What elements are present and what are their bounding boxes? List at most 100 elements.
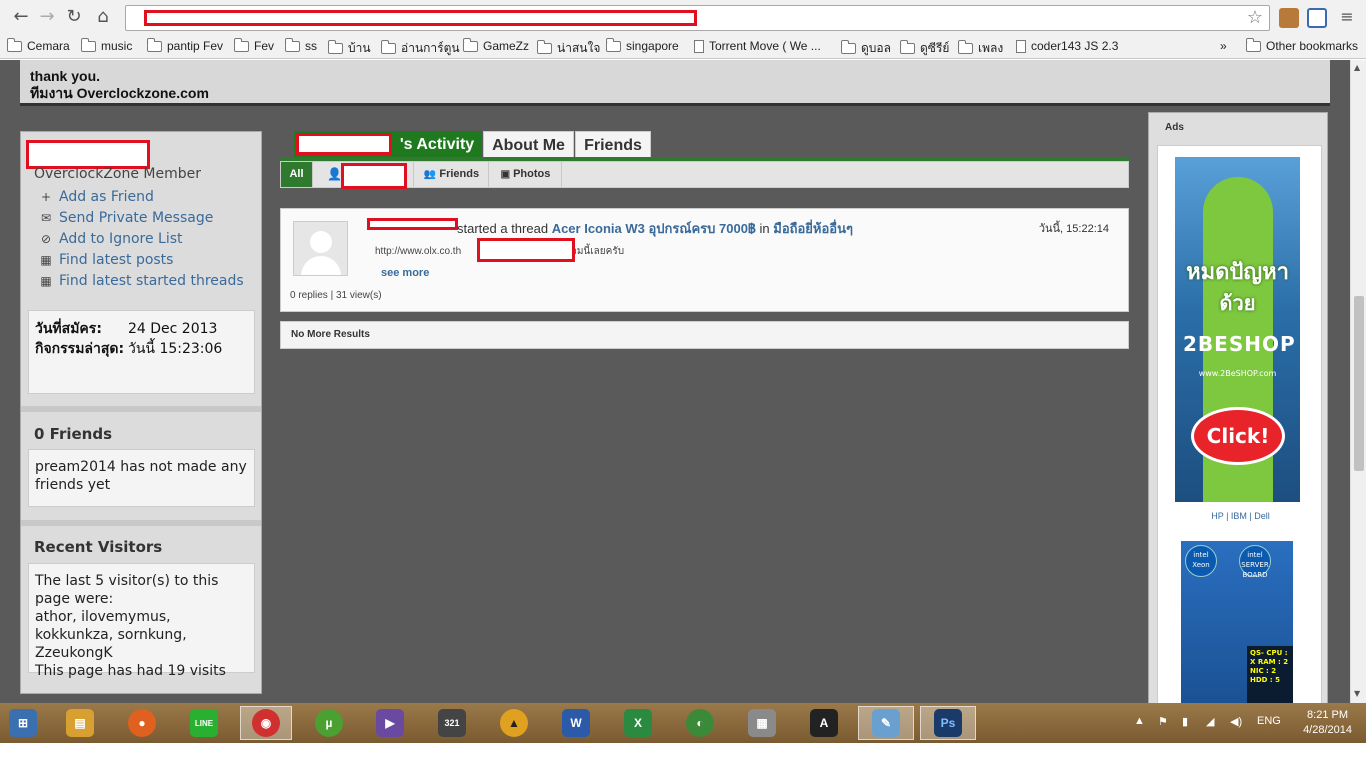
filter-friends-button[interactable]: 👥 Friends (415, 162, 489, 187)
clock-date: 4/28/2014 (1303, 724, 1352, 736)
folder-icon (328, 40, 343, 54)
menu-icon[interactable]: ≡ (1336, 6, 1358, 28)
address-bar[interactable]: ☆ (125, 5, 1270, 31)
redacted-username (26, 140, 150, 169)
home-icon[interactable]: ⌂ (92, 6, 114, 28)
photoshop-icon[interactable]: Ps (920, 706, 976, 740)
page-icon (694, 39, 704, 53)
ad-click-button[interactable]: Click! (1191, 407, 1285, 465)
scroll-down-icon[interactable]: ▼ (1354, 689, 1360, 698)
network-flag-icon[interactable]: ⚑ (1158, 715, 1168, 728)
joined-label: วันที่สมัคร: (35, 321, 102, 337)
see-more-link[interactable]: see more (381, 267, 429, 279)
chrome-icon[interactable]: ◉ (240, 706, 292, 740)
forum-link[interactable]: มือถือยี่ห้ออื่นๆ (773, 221, 853, 236)
vertical-scrollbar[interactable]: ▲ ▼ (1350, 60, 1366, 703)
extension-icon[interactable] (1279, 8, 1299, 28)
bookmark-item[interactable]: music (81, 37, 132, 53)
section-divider (21, 520, 261, 526)
block-icon: ⊘ (40, 232, 52, 246)
forward-icon[interactable]: → (36, 6, 58, 28)
screen-bottom-strip (0, 743, 1366, 768)
show-hidden-icons-icon[interactable]: ▲ (1134, 715, 1145, 727)
last-activity-label: กิจกรรมล่าสุด: (35, 341, 125, 357)
calculator-icon[interactable]: ▦ (743, 706, 781, 740)
friends-icon: 👥 (423, 169, 437, 180)
scroll-up-icon[interactable]: ▲ (1354, 63, 1360, 72)
volume-icon[interactable]: ◀) (1230, 715, 1242, 728)
redacted-url (144, 10, 697, 26)
bookmark-item[interactable]: pantip Fev (147, 37, 223, 53)
internet-download-manager-icon[interactable]: ◐ (681, 706, 719, 740)
bookmark-item[interactable]: ดูซีรีย์ (900, 39, 949, 58)
tab-about-me[interactable]: About Me (483, 131, 574, 158)
scrollbar-thumb[interactable] (1354, 296, 1364, 471)
ad-banner-intel-server[interactable]: intel Xeon intel SERVER BOARD QS- CPU : … (1181, 541, 1293, 703)
thread-title-link[interactable]: Acer Iconia W3 อุปกรณ์ครบ 7000฿ (552, 221, 756, 236)
redacted-username (341, 163, 407, 189)
windows-taskbar: ⊞ ▤ ● LINE ◉ µ ▶ 321 ▲ W X ◐ ▦ A ✎ Ps ▲ … (0, 703, 1366, 743)
paint-icon[interactable]: ✎ (858, 706, 914, 740)
visual-studio-icon[interactable]: ▶ (371, 706, 409, 740)
tab-activity[interactable]: 's Activity (294, 131, 482, 158)
bookmark-item[interactable]: Torrent Move ( We ... (694, 39, 821, 53)
latest-posts-link[interactable]: ▦ Find latest posts (39, 252, 173, 268)
friends-box: pream2014 has not made any friends yet (28, 449, 255, 507)
last-activity-value: วันนี้ 15:23:06 (128, 341, 223, 357)
bookmark-item[interactable]: บ้าน (328, 39, 371, 58)
wifi-signal-icon[interactable]: ◢ (1206, 715, 1214, 728)
line-icon[interactable]: LINE (185, 706, 223, 740)
bookmark-star-icon[interactable]: ☆ (1247, 7, 1263, 28)
intel-xeon-badge: intel Xeon (1185, 545, 1217, 577)
back-icon[interactable]: ← (10, 6, 32, 28)
filter-photos-button[interactable]: ▣ Photos (490, 162, 562, 187)
word-icon[interactable]: W (557, 706, 595, 740)
bookmark-item[interactable]: น่าสนใจ (537, 39, 600, 58)
latest-threads-link[interactable]: ▦ Find latest started threads (39, 273, 243, 289)
bookmark-item[interactable]: Fev (234, 37, 274, 53)
user-icon: 👤 (327, 167, 342, 181)
media-player-classic-icon[interactable]: 321 (433, 706, 471, 740)
ads-panel: Ads หมดปัญหา ด้วย 2BESHOP www.2BeSHOP.co… (1148, 112, 1328, 703)
friends-heading: 0 Friends (34, 425, 113, 443)
other-bookmarks[interactable]: Other bookmarks (1246, 37, 1358, 53)
avatar[interactable] (293, 221, 348, 276)
autocad-icon[interactable]: A (805, 706, 843, 740)
threads-icon: ▦ (40, 274, 52, 288)
bookmark-item[interactable]: ดูบอล (841, 39, 891, 58)
bookmark-item[interactable]: ss (285, 37, 317, 53)
page-content: thank you. ทีมงาน Overclockzone.com Over… (0, 60, 1350, 703)
folder-icon (147, 37, 162, 52)
bookmark-item[interactable]: อ่านการ์ตูน (381, 39, 460, 58)
ad-vendor-links[interactable]: HP | IBM | Dell (1158, 511, 1323, 521)
bookmark-item[interactable]: singapore (606, 37, 679, 53)
reload-icon[interactable]: ↻ (63, 6, 85, 28)
filter-all-button[interactable]: All (281, 162, 313, 187)
shield-icon[interactable] (1307, 8, 1327, 28)
more-bookmarks-chevron-icon[interactable]: » (1220, 39, 1227, 53)
firefox-icon[interactable]: ● (123, 706, 161, 740)
add-friend-link[interactable]: + Add as Friend (39, 189, 154, 205)
bookmark-item[interactable]: เพลง (958, 39, 1003, 58)
bookmark-item[interactable]: coder143 JS 2.3 (1016, 39, 1118, 53)
folder-icon (381, 40, 396, 54)
tab-friends[interactable]: Friends (575, 131, 651, 158)
ad-banner-2beshop[interactable]: หมดปัญหา ด้วย 2BESHOP www.2BeSHOP.com Cl… (1175, 157, 1300, 502)
page-icon (1016, 39, 1026, 53)
bookmark-item[interactable]: GameZz (463, 37, 529, 53)
post-stats: 0 replies | 31 view(s) (290, 290, 382, 301)
bookmark-item[interactable]: Cemara (7, 37, 70, 53)
visitors-list[interactable]: athor, ilovemymus, kokkunkza, sornkung, … (35, 608, 248, 662)
friends-empty-text: pream2014 has not made any friends yet (35, 459, 247, 493)
send-message-link[interactable]: ✉ Send Private Message (39, 210, 213, 226)
utorrent-icon[interactable]: µ (310, 706, 348, 740)
system-clock[interactable]: 8:21 PM 4/28/2014 (1303, 708, 1352, 738)
battery-icon[interactable]: ▮ (1182, 715, 1188, 728)
ignore-list-link[interactable]: ⊘ Add to Ignore List (39, 231, 183, 247)
windows-start-icon[interactable]: ⊞ (4, 706, 42, 740)
excel-icon[interactable]: X (619, 706, 657, 740)
photo-icon: ▣ (500, 169, 511, 180)
input-language[interactable]: ENG (1257, 715, 1281, 727)
aimp-icon[interactable]: ▲ (495, 706, 533, 740)
file-explorer-icon[interactable]: ▤ (61, 706, 99, 740)
